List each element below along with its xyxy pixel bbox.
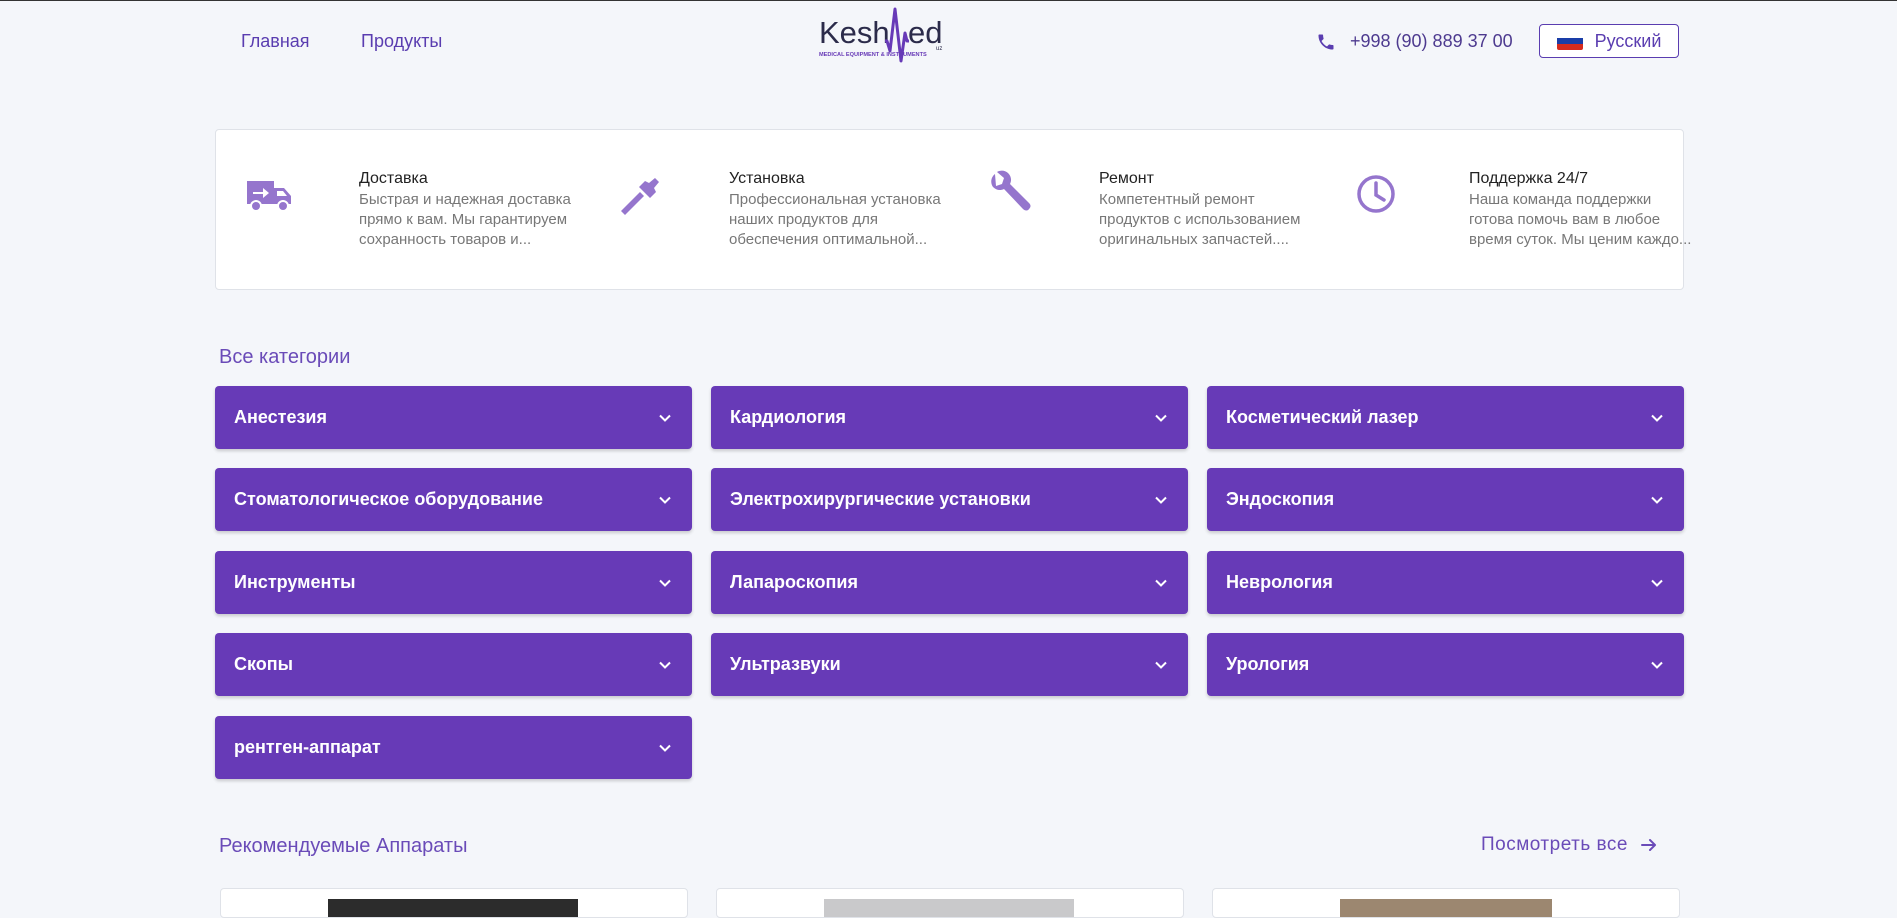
product-image (1340, 899, 1552, 917)
feature-delivery: Доставка Быстрая и надежная доставка пря… (246, 170, 576, 260)
phone-icon (1318, 34, 1334, 49)
feature-support: Поддержка 24/7 Наша команда поддержки го… (1356, 170, 1691, 260)
category-scopes[interactable]: Скопы (215, 633, 692, 696)
category-ultrasound[interactable]: Ультразвуки (711, 633, 1188, 696)
svg-text:MEDICAL EQUIPMENT & INSTRUMENT: MEDICAL EQUIPMENT & INSTRUMENTS (819, 52, 927, 58)
chevron-down-icon (1155, 496, 1167, 504)
chevron-down-icon (659, 414, 671, 422)
feature-description: Наша команда поддержки готова помочь вам… (1469, 191, 1692, 248)
chevron-down-icon (1651, 414, 1663, 422)
product-card[interactable] (716, 888, 1184, 918)
category-label: Скопы (234, 654, 294, 674)
product-card[interactable] (220, 888, 688, 918)
category-label: Ультразвуки (730, 654, 841, 674)
feature-description: Компетентный ремонт продуктов с использо… (1099, 191, 1301, 248)
chevron-down-icon (1651, 496, 1663, 504)
category-label: Косметический лазер (1226, 407, 1419, 427)
feature-description: Профессиональная установка наших продукт… (729, 191, 941, 248)
categories-title: Все категории (219, 346, 351, 368)
clock-icon (1357, 175, 1395, 213)
chevron-down-icon (1155, 579, 1167, 587)
phone-contact[interactable]: +998 (90) 889 37 00 (1316, 31, 1513, 52)
svg-text:uz: uz (936, 46, 942, 52)
featured-title: Рекомендуемые Аппараты (219, 835, 468, 857)
category-label: Электрохирургические установки (730, 489, 1031, 509)
hammer-icon (621, 178, 659, 215)
category-label: Урология (1226, 654, 1310, 674)
feature-title: Поддержка 24/7 (1469, 170, 1589, 187)
view-all-link[interactable]: Посмотреть все (1481, 834, 1658, 856)
category-label: рентген-аппарат (234, 737, 381, 757)
logo[interactable]: Kesh ed uz MEDICAL EQUIPMENT & INSTRUMEN… (817, 7, 947, 67)
category-label: Анестезия (234, 407, 327, 427)
delivery-truck-icon (247, 181, 291, 212)
nav-products-link[interactable]: Продукты (361, 31, 442, 52)
feature-title: Установка (729, 170, 805, 187)
features-panel: Доставка Быстрая и надежная доставка пря… (215, 129, 1691, 290)
category-neurology[interactable]: Неврология (1207, 551, 1684, 614)
feature-installation: Установка Профессиональная установка наш… (616, 170, 946, 260)
category-anesthesia[interactable]: Анестезия (215, 386, 692, 449)
category-xray[interactable]: рентген-аппарат (215, 716, 692, 779)
header: Главная Продукты Kesh ed uz MEDICAL EQUI… (0, 1, 1897, 81)
category-label: Стоматологическое оборудование (234, 489, 543, 509)
feature-title: Ремонт (1099, 170, 1154, 187)
category-label: Лапароскопия (730, 572, 858, 592)
russia-flag-icon (1556, 32, 1583, 50)
category-dental-equipment[interactable]: Стоматологическое оборудование (215, 468, 692, 531)
chevron-down-icon (1651, 661, 1663, 669)
category-endoscopy[interactable]: Эндоскопия (1207, 468, 1684, 531)
product-card[interactable] (1212, 888, 1680, 918)
category-label: Кардиология (730, 407, 847, 427)
chevron-down-icon (659, 744, 671, 752)
chevron-down-icon (1155, 661, 1167, 669)
chevron-down-icon (659, 579, 671, 587)
category-cardiology[interactable]: Кардиология (711, 386, 1188, 449)
category-electrosurgical[interactable]: Электрохирургические установки (711, 468, 1188, 531)
feature-description: Быстрая и надежная доставка прямо к вам.… (359, 191, 571, 248)
chevron-down-icon (1155, 414, 1167, 422)
language-label: Русский (1594, 30, 1662, 51)
product-image (328, 899, 578, 917)
category-instruments[interactable]: Инструменты (215, 551, 692, 614)
product-image (824, 899, 1074, 917)
chevron-down-icon (659, 496, 671, 504)
category-label: Эндоскопия (1226, 489, 1335, 509)
feature-repair: Ремонт Компетентный ремонт продуктов с и… (986, 170, 1316, 260)
arrow-right-icon (1640, 839, 1656, 851)
category-label: Инструменты (234, 572, 356, 592)
category-urology[interactable]: Урология (1207, 633, 1684, 696)
language-selector-button[interactable]: Русский (1539, 24, 1679, 58)
view-all-label: Посмотреть все (1481, 834, 1628, 855)
category-label: Неврология (1226, 572, 1333, 592)
phone-number: +998 (90) 889 37 00 (1350, 31, 1513, 51)
category-laparoscopy[interactable]: Лапароскопия (711, 551, 1188, 614)
chevron-down-icon (659, 661, 671, 669)
svg-text:Kesh: Kesh (819, 15, 890, 50)
nav-home-link[interactable]: Главная (241, 31, 310, 52)
chevron-down-icon (1651, 579, 1663, 587)
wrench-icon (991, 170, 1031, 211)
feature-title: Доставка (359, 170, 428, 187)
svg-text:ed: ed (908, 15, 942, 50)
category-cosmetic-laser[interactable]: Косметический лазер (1207, 386, 1684, 449)
keshmed-logo: Kesh ed uz MEDICAL EQUIPMENT & INSTRUMEN… (819, 7, 942, 63)
